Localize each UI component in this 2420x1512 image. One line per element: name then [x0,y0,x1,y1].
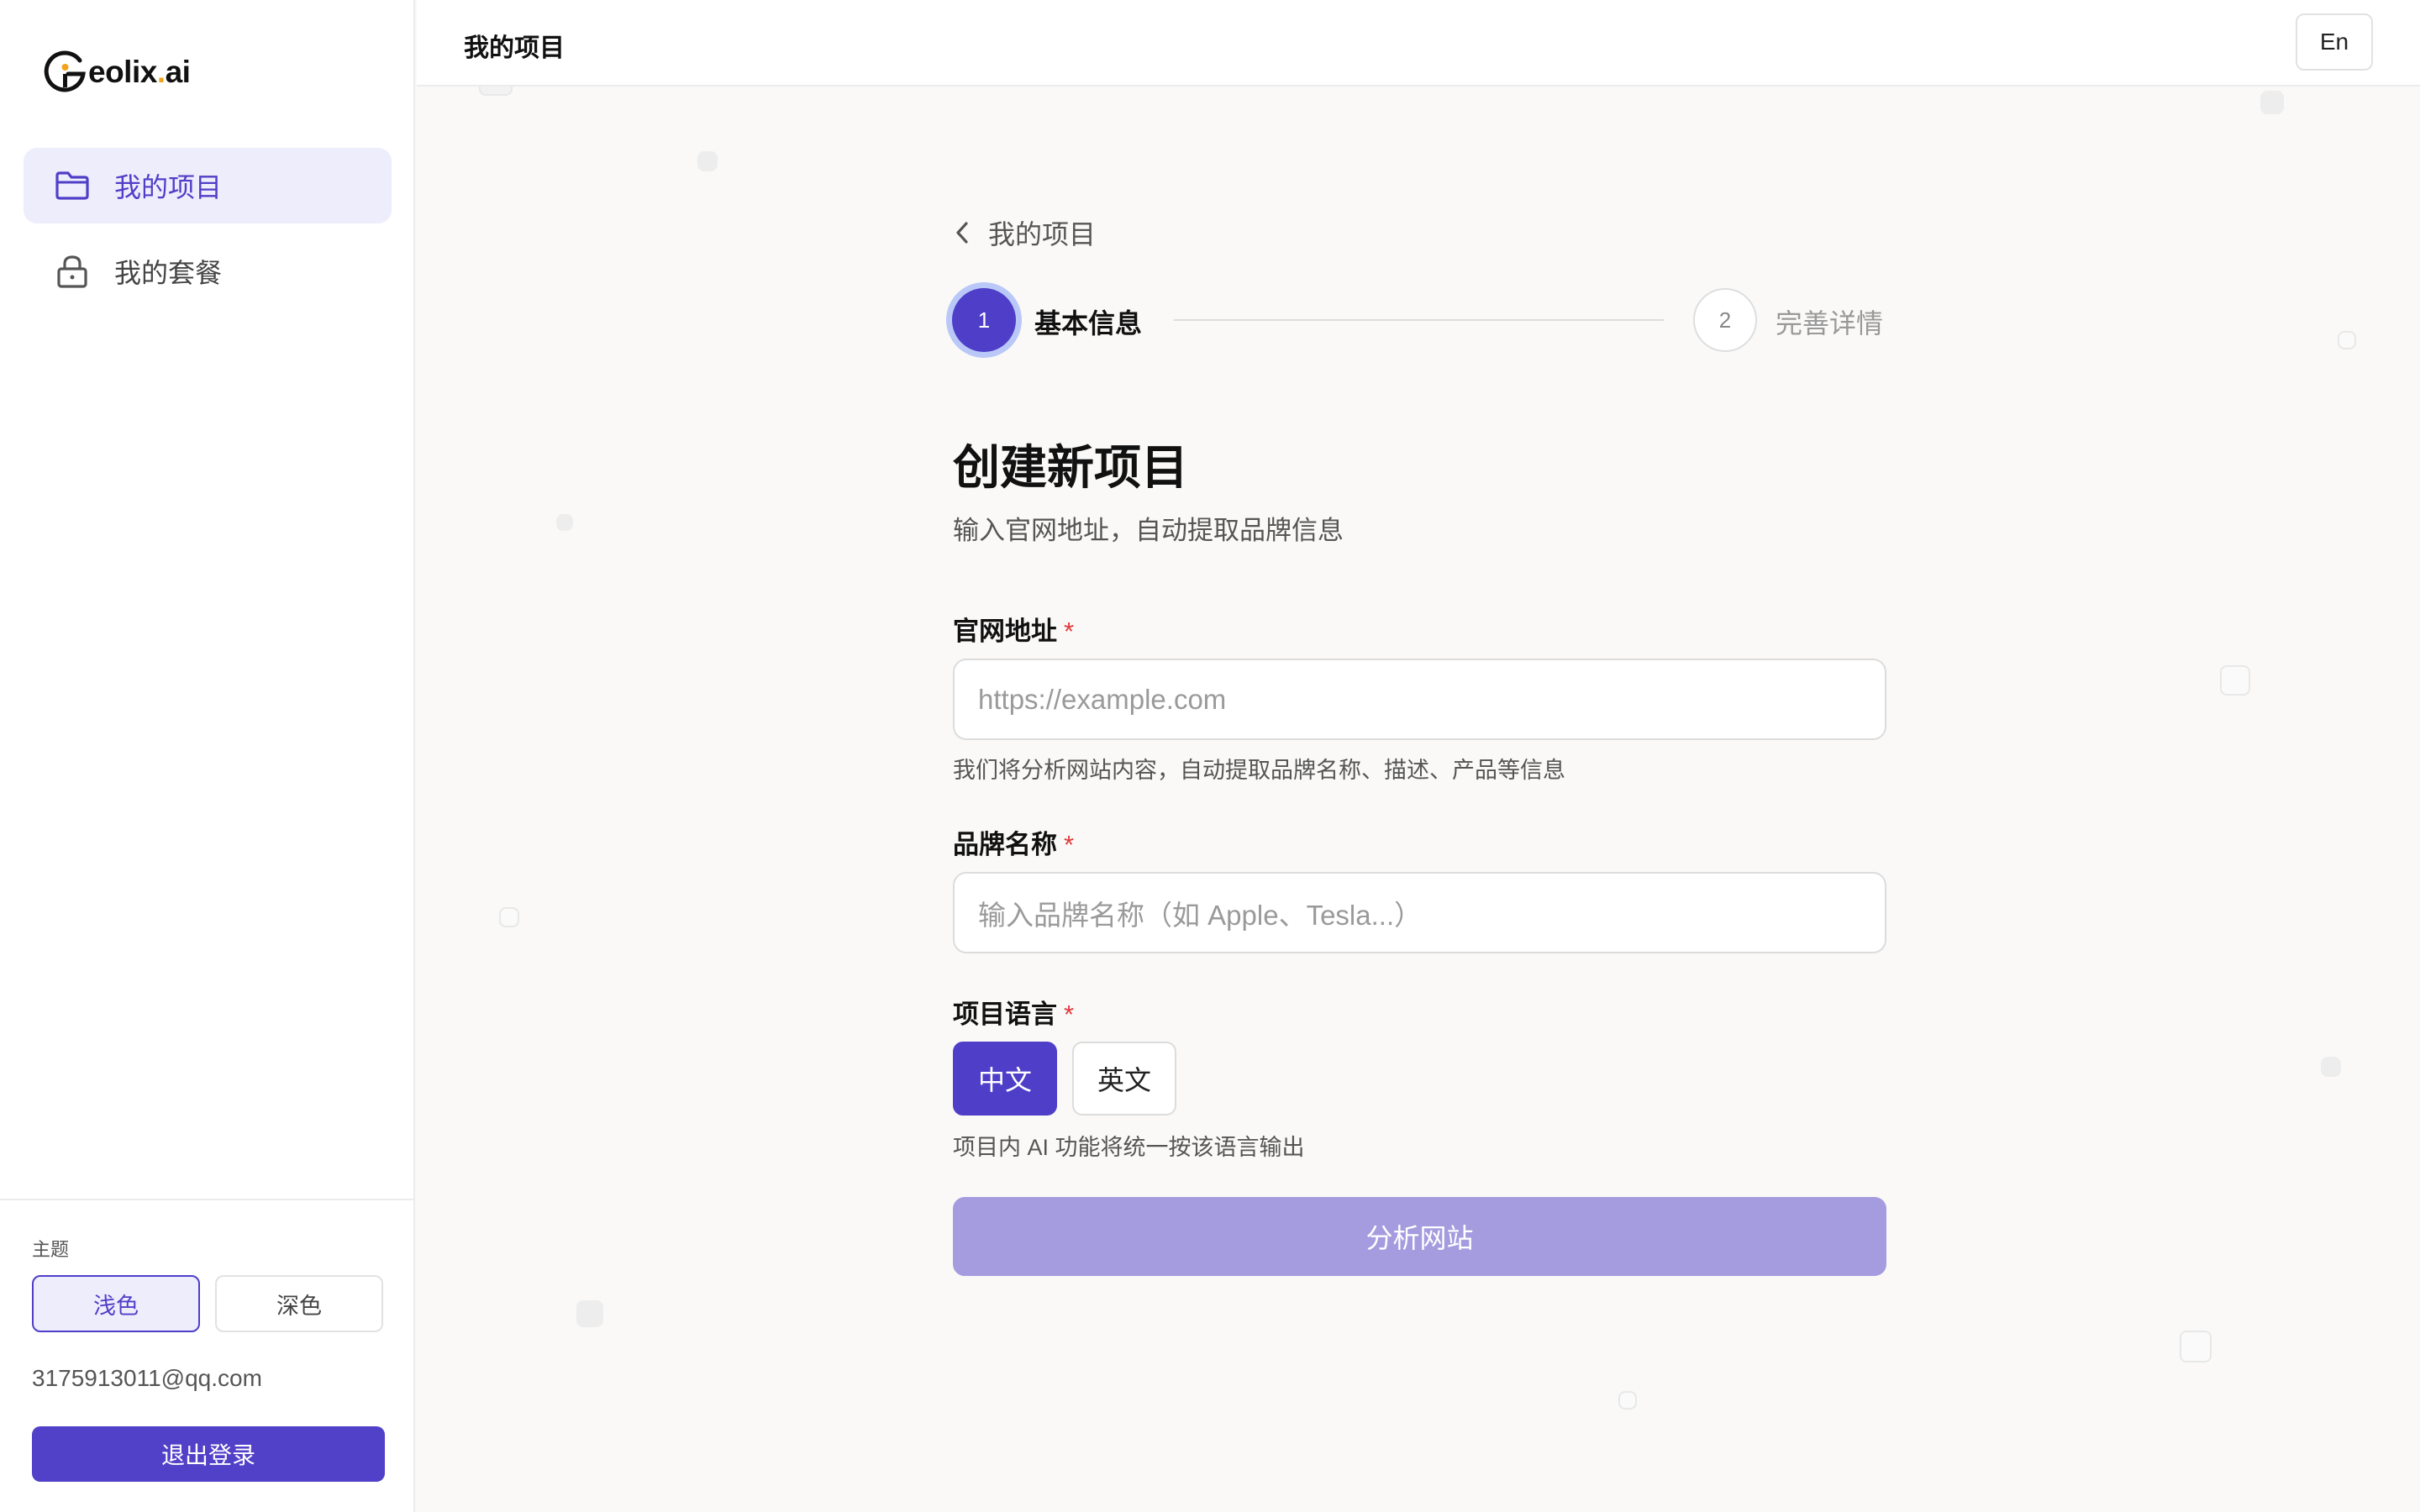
folder-icon [54,167,91,204]
back-link[interactable]: 我的项目 [953,213,1096,252]
brand-name-input[interactable]: 输入品牌名称（如 Apple、Tesla...） [953,872,1886,953]
decorative-square [2220,665,2250,696]
analyze-website-button[interactable]: 分析网站 [953,1197,1886,1276]
theme-label: 主题 [32,1239,70,1260]
language-option-english[interactable]: 英文 [1072,1042,1176,1116]
language-field-label: 项目语言 * [953,993,1074,1031]
user-email: 3175913011@qq.com [32,1365,262,1391]
logout-button[interactable]: 退出登录 [32,1426,385,1482]
step-1-label: 基本信息 [1034,308,1143,339]
decorative-square [576,1300,603,1327]
step-2-indicator: 2 [1693,288,1757,352]
decorative-square [2260,91,2284,114]
decorative-square [2338,331,2356,349]
website-field-label: 官网地址 * [953,610,1074,648]
logo-text-suffix: ai [165,55,191,89]
decorative-square [2321,1057,2341,1077]
step-2-label: 完善详情 [1776,308,1884,339]
top-bar: 我的项目 En [417,0,2420,87]
sidebar-item-my-plan[interactable]: 我的套餐 [24,234,392,309]
website-url-input[interactable]: https://example.com [953,659,1886,740]
chevron-left-icon [956,222,968,244]
website-field-hint: 我们将分析网站内容，自动提取品牌名称、描述、产品等信息 [953,758,1565,783]
language-option-chinese[interactable]: 中文 [953,1042,1057,1116]
app-logo[interactable]: eolix.ai [43,49,191,96]
brand-field-label: 品牌名称 * [953,823,1074,861]
back-link-label: 我的项目 [988,219,1097,249]
sidebar-item-label: 我的项目 [114,172,223,202]
page-title: 我的项目 [464,34,565,62]
decorative-square [556,514,573,531]
lock-icon [54,253,91,290]
required-mark: * [1064,1000,1075,1029]
website-label-text: 官网地址 [953,617,1057,646]
decorative-square [1618,1391,1637,1410]
logo-text-main: eolix [88,55,157,89]
step-connector [1174,319,1664,321]
theme-light-button[interactable]: 浅色 [32,1275,200,1332]
decorative-square [697,151,718,171]
brand-label-text: 品牌名称 [953,830,1057,859]
step-1-indicator: 1 [952,288,1016,352]
sidebar: eolix.ai 我的项目 我的套餐 主题 浅色 深色 3175913011@q… [0,0,415,1512]
logo-text-dot: . [156,55,166,89]
form-subtitle: 输入官网地址，自动提取品牌信息 [953,516,1344,545]
required-mark: * [1064,617,1075,646]
decorative-square [499,907,519,927]
sidebar-item-label: 我的套餐 [114,258,223,288]
sidebar-item-my-projects[interactable]: 我的项目 [24,148,392,223]
language-label-text: 项目语言 [953,1000,1057,1029]
language-field-hint: 项目内 AI 功能将统一按该语言输出 [953,1135,1305,1160]
decorative-square [2180,1331,2212,1362]
required-mark: * [1064,830,1075,859]
sidebar-divider [0,1199,415,1200]
logo-mark-icon [44,50,86,92]
language-toggle-button[interactable]: En [2296,13,2373,71]
form-title: 创建新项目 [953,441,1188,494]
theme-dark-button[interactable]: 深色 [215,1275,383,1332]
